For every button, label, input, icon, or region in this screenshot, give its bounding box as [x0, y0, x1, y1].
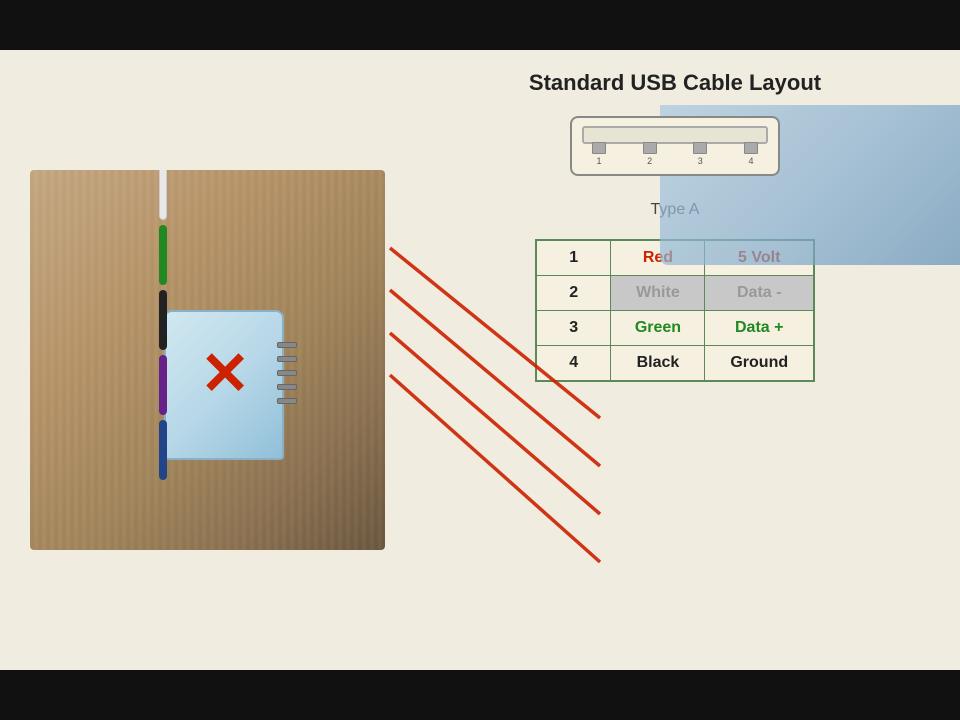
- usb-pin-label-3: 3: [698, 156, 703, 166]
- pin-4: [277, 384, 297, 390]
- diagram-title: Standard USB Cable Layout: [529, 70, 821, 96]
- wire-blue: [159, 420, 167, 480]
- table-row-2: 2 White Data -: [536, 276, 814, 311]
- wire-purple: [159, 355, 167, 415]
- usb-pin-rect-3: [693, 142, 707, 154]
- pin-2: [277, 356, 297, 362]
- usb-pin-group-3: 3: [693, 142, 707, 166]
- pin-func-3: Data +: [705, 311, 814, 346]
- usb-outline: 1 2 3 4: [570, 116, 780, 176]
- pin-num-2: 2: [536, 276, 611, 311]
- bottom-bar: [0, 670, 960, 720]
- usb-pin-rect-1: [592, 142, 606, 154]
- usb-diagram: 1 2 3 4: [565, 116, 785, 191]
- wire-black: [159, 290, 167, 350]
- main-content: ✕ Standard USB Cable Layout 1 2: [0, 50, 960, 670]
- pin-color-3: Green: [611, 311, 705, 346]
- usb-pin-label-2: 2: [647, 156, 652, 166]
- pin-num-4: 4: [536, 346, 611, 382]
- usb-pin-rect-4: [744, 142, 758, 154]
- usb-pin-label-4: 4: [748, 156, 753, 166]
- wire-green: [159, 225, 167, 285]
- photo-area: ✕: [0, 50, 390, 670]
- table-row-3: 3 Green Data +: [536, 311, 814, 346]
- pin-1: [277, 342, 297, 348]
- usb-pin-group-4: 4: [744, 142, 758, 166]
- pin-num-3: 3: [536, 311, 611, 346]
- top-bar: [0, 0, 960, 50]
- usb-pin-group-1: 1: [592, 142, 606, 166]
- wires: [159, 170, 167, 480]
- connector-pins: [277, 342, 302, 404]
- x-mark: ✕: [200, 339, 250, 409]
- pin-5: [277, 398, 297, 404]
- usb-pin-label-1: 1: [596, 156, 601, 166]
- pin-num-1: 1: [536, 240, 611, 276]
- info-area: Standard USB Cable Layout 1 2 3: [390, 50, 960, 670]
- wire-white: [159, 170, 167, 220]
- pin-3: [277, 370, 297, 376]
- pin-func-4: Ground: [705, 346, 814, 382]
- pin-color-2: White: [611, 276, 705, 311]
- table-row-4: 4 Black Ground: [536, 346, 814, 382]
- pin-func-2: Data -: [705, 276, 814, 311]
- usb-pin-group-2: 2: [643, 142, 657, 166]
- usb-pins-row: 1 2 3 4: [592, 142, 758, 166]
- pin-color-4: Black: [611, 346, 705, 382]
- usb-pin-rect-2: [643, 142, 657, 154]
